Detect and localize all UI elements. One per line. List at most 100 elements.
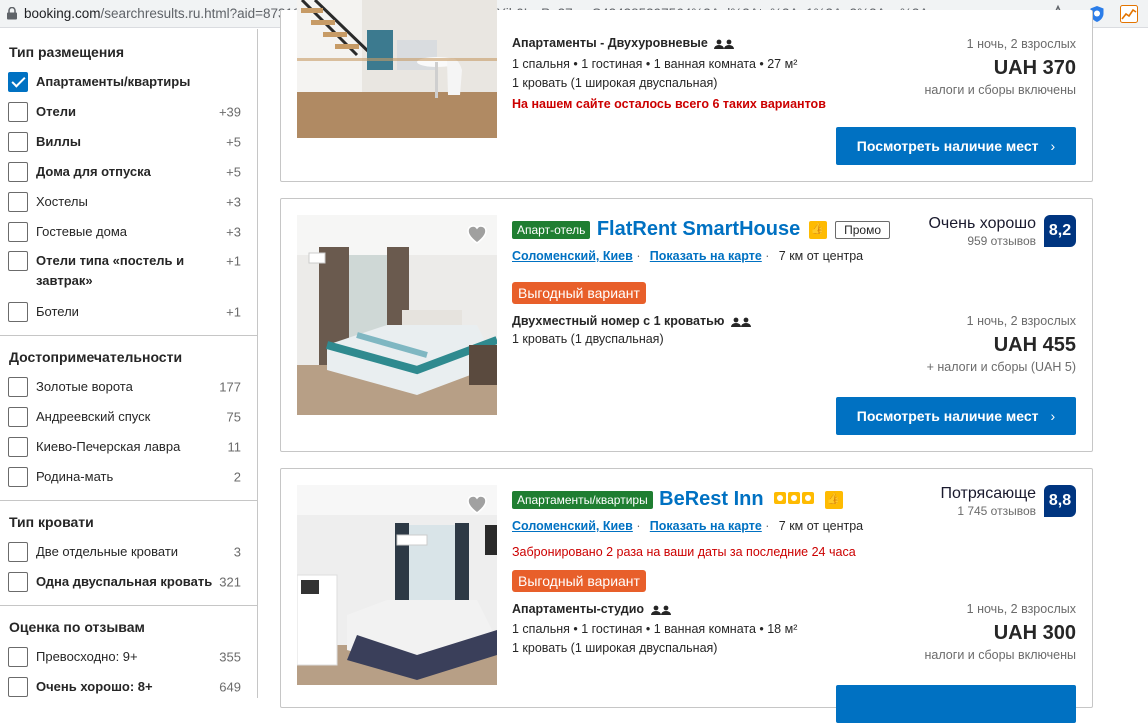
review-count: 959 отзывов: [967, 234, 1036, 248]
room-title: Двухместный номер с 1 кроватью: [512, 314, 751, 328]
show-on-map-link[interactable]: Показать на карте: [650, 519, 762, 533]
filter-label: Очень хорошо: 8+: [36, 679, 153, 694]
filter-label: Одна двуспальная кровать: [36, 574, 213, 589]
filter-group-title: Тип размещения: [9, 44, 125, 60]
filter-count: 2: [233, 469, 241, 485]
see-availability-button[interactable]: [836, 685, 1076, 723]
price-meta: 1 ночь, 2 взрослых: [966, 314, 1076, 328]
filter-bed-and-breakfast[interactable]: Отели типа «постель и завтрак» +1: [0, 247, 257, 297]
room-details: 1 спальня • 1 гостиная • 1 ванная комнат…: [512, 622, 798, 636]
property-photo[interactable]: [297, 215, 497, 415]
occupancy-icon: [650, 605, 671, 615]
review-score-badge: 8,8: [1044, 485, 1076, 517]
filter-twin-beds[interactable]: Две отдельные кровати 3: [0, 537, 257, 567]
property-photo[interactable]: [297, 485, 497, 685]
heart-icon[interactable]: [465, 493, 489, 515]
filter-label: Хостелы: [36, 194, 88, 209]
checkbox[interactable]: [8, 102, 28, 122]
checkbox[interactable]: [8, 302, 28, 322]
filter-boatels[interactable]: Ботели +1: [0, 297, 257, 327]
district-link[interactable]: Соломенский, Киев: [512, 249, 633, 263]
analytics-extension-icon[interactable]: [1120, 5, 1138, 23]
scarcity-message: На нашем сайте осталось всего 6 таких ва…: [512, 97, 826, 111]
filter-group-title: Оценка по отзывам: [9, 619, 145, 635]
location-line: Соломенский, Киев · Показать на карте · …: [512, 519, 863, 533]
filter-count: 177: [219, 379, 241, 395]
filter-count: +5: [226, 164, 241, 180]
filter-holiday-homes[interactable]: Дома для отпуска +5: [0, 157, 257, 187]
checkbox-checked[interactable]: [8, 72, 28, 92]
show-on-map-link[interactable]: Показать на карте: [650, 249, 762, 263]
filter-label: Золотые ворота: [36, 379, 133, 394]
separator-dot: ·: [636, 519, 641, 533]
checkbox[interactable]: [8, 377, 28, 397]
see-availability-button[interactable]: Посмотреть наличие мест ›: [836, 397, 1076, 435]
checkbox[interactable]: [8, 251, 28, 271]
filter-double-bed[interactable]: Одна двуспальная кровать 321: [0, 567, 257, 597]
filter-group-review-score: Оценка по отзывам Превосходно: 9+ 355 Оч…: [0, 605, 257, 698]
occupancy-icon: [730, 317, 751, 327]
checkbox[interactable]: [8, 192, 28, 212]
filter-label: Киево-Печерская лавра: [36, 439, 181, 454]
location-line: Соломенский, Киев · Показать на карте · …: [512, 249, 863, 263]
thumbs-up-icon: [808, 220, 827, 239]
filter-count: +1: [226, 253, 241, 269]
star-icon: [788, 491, 801, 504]
distance-text: 7 км от центра: [778, 519, 864, 533]
filter-very-good[interactable]: Очень хорошо: 8+ 649: [0, 672, 257, 698]
filter-count: +1: [226, 304, 241, 320]
checkbox[interactable]: [8, 572, 28, 592]
filter-count: 11: [227, 439, 242, 455]
property-name-link[interactable]: BeRest Inn: [659, 488, 763, 510]
filter-hotels[interactable]: Отели +39: [0, 97, 257, 127]
filter-label: Апартаменты/квартиры: [36, 74, 191, 89]
distance-text: 7 км от центра: [778, 249, 864, 263]
filter-guest-houses[interactable]: Гостевые дома +3: [0, 217, 257, 247]
property-name-link[interactable]: FlatRent SmartHouse: [597, 218, 800, 240]
filter-apartments[interactable]: Апартаменты/квартиры: [0, 67, 257, 97]
price: UAH 455: [993, 334, 1076, 356]
checkbox[interactable]: [8, 437, 28, 457]
recent-bookings-note: Забронировано 2 раза на ваши даты за пос…: [512, 545, 856, 559]
price: UAH 370: [993, 57, 1076, 79]
filter-motherland[interactable]: Родина-мать 2: [0, 462, 257, 492]
checkbox[interactable]: [8, 132, 28, 152]
filter-hostels[interactable]: Хостелы +3: [0, 187, 257, 217]
checkbox[interactable]: [8, 542, 28, 562]
filter-label: Две отдельные кровати: [36, 544, 179, 559]
price-meta: 1 ночь, 2 взрослых: [966, 37, 1076, 51]
property-header: Апартаменты/квартиры BeRest Inn: [512, 488, 843, 511]
filter-count: 355: [219, 649, 241, 665]
price: UAH 300: [993, 622, 1076, 644]
heart-icon[interactable]: [465, 223, 489, 245]
price-meta: 1 ночь, 2 взрослых: [966, 602, 1076, 616]
checkbox[interactable]: [8, 647, 28, 667]
filter-villas[interactable]: Виллы +5: [0, 127, 257, 157]
filter-andriyivskyy-descent[interactable]: Андреевский спуск 75: [0, 402, 257, 432]
filter-count: 75: [226, 409, 241, 425]
deal-badge: Выгодный вариант: [512, 282, 646, 304]
filter-count: +5: [226, 134, 241, 150]
filter-count: +39: [218, 104, 241, 120]
filter-count: +3: [226, 224, 241, 240]
separator-dot: ·: [636, 249, 641, 263]
checkbox[interactable]: [8, 162, 28, 182]
property-photo[interactable]: [297, 0, 497, 138]
filter-superb[interactable]: Превосходно: 9+ 355: [0, 642, 257, 672]
checkbox[interactable]: [8, 407, 28, 427]
filter-pechersk-lavra[interactable]: Киево-Печерская лавра 11: [0, 432, 257, 462]
room-title: Апартаменты - Двухуровневые: [512, 36, 735, 50]
separator-dot: ·: [765, 249, 770, 263]
checkbox[interactable]: [8, 222, 28, 242]
district-link[interactable]: Соломенский, Киев: [512, 519, 633, 533]
filter-group-bed-type: Тип кровати Две отдельные кровати 3 Одна…: [0, 500, 257, 597]
filter-label: Ботели: [36, 304, 79, 319]
filter-golden-gate[interactable]: Золотые ворота 177: [0, 372, 257, 402]
promo-badge: Промо: [835, 220, 891, 239]
checkbox[interactable]: [8, 677, 28, 697]
review-score-badge: 8,2: [1044, 215, 1076, 247]
filter-label: Андреевский спуск: [36, 409, 151, 424]
see-availability-button[interactable]: Посмотреть наличие мест ›: [836, 127, 1076, 165]
filter-label: Превосходно: 9+: [36, 649, 138, 664]
checkbox[interactable]: [8, 467, 28, 487]
